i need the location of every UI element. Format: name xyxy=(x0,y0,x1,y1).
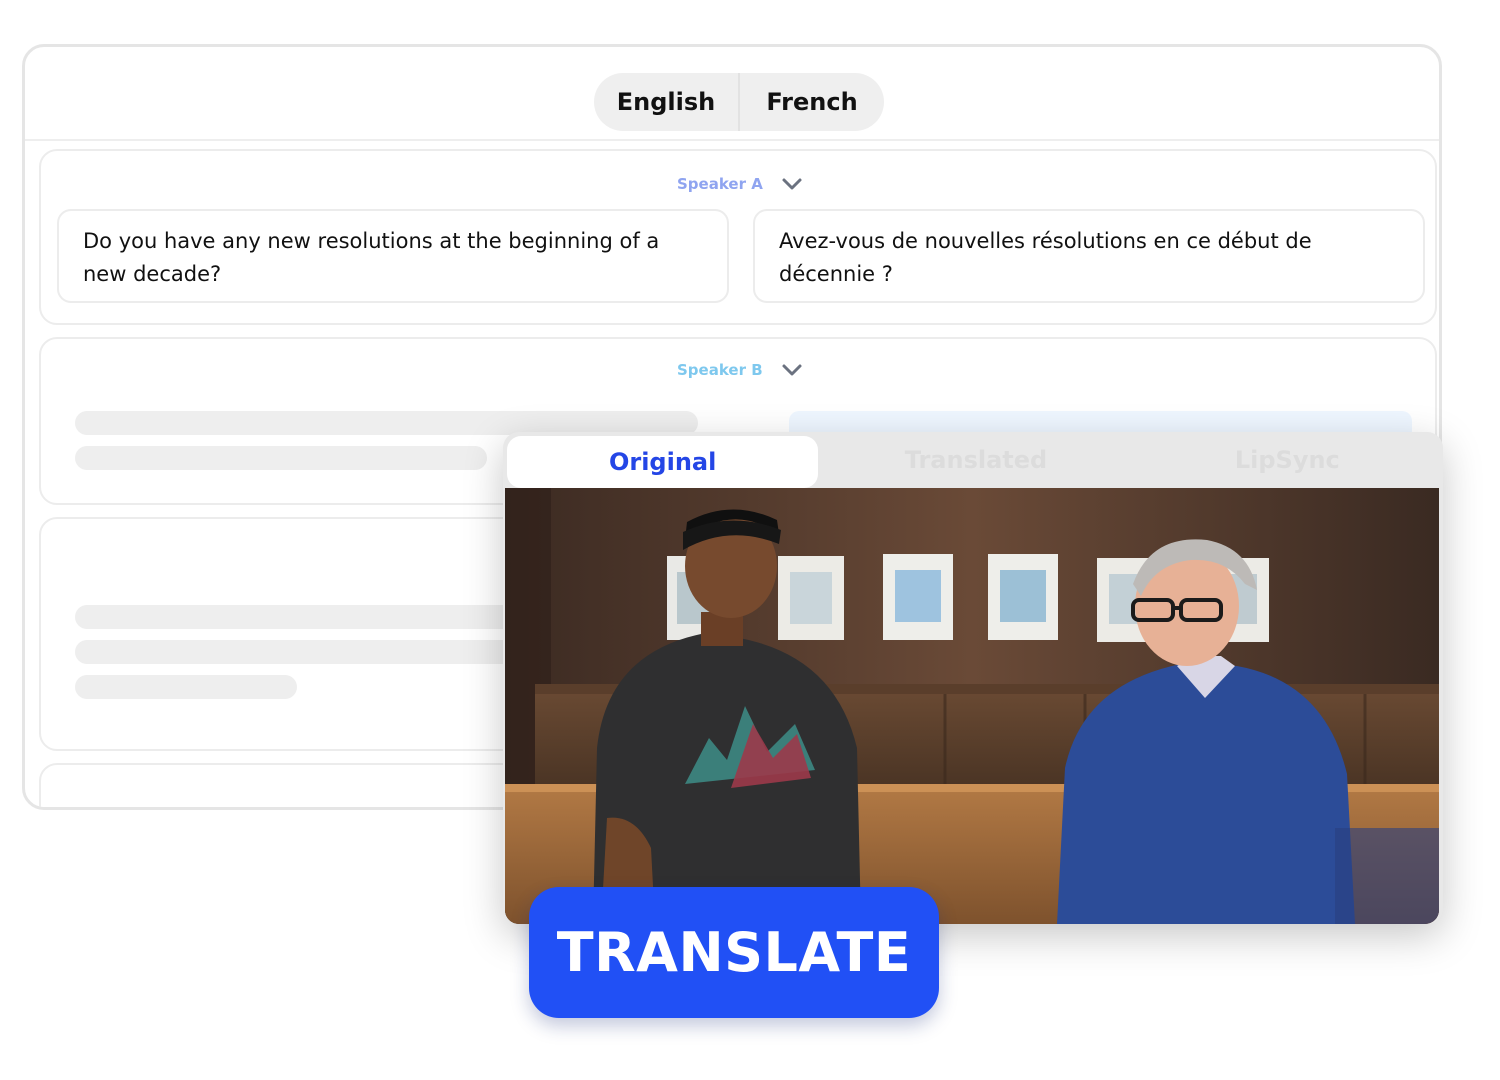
video-frame[interactable] xyxy=(505,488,1439,924)
translate-button[interactable]: TRANSLATE xyxy=(529,887,939,1018)
loading-placeholder xyxy=(75,675,297,699)
player-tabs: Original Translated LipSync xyxy=(503,432,1443,488)
language-toggle: English French xyxy=(594,73,884,131)
language-option-english[interactable]: English xyxy=(594,73,740,131)
chevron-down-icon xyxy=(782,178,802,190)
language-bar: English French xyxy=(25,47,1439,141)
wall-picture xyxy=(988,554,1058,640)
transcript-segment: Speaker A Do you have any new resolution… xyxy=(39,149,1437,325)
translated-text-field[interactable]: Avez-vous de nouvelles résolutions en ce… xyxy=(753,209,1425,303)
speaker-selector[interactable]: Speaker A xyxy=(677,175,803,193)
tab-original[interactable]: Original xyxy=(507,436,819,488)
speaker-label: Speaker B xyxy=(677,361,763,379)
tab-lipsync[interactable]: LipSync xyxy=(1132,432,1443,488)
wall-picture xyxy=(778,556,844,640)
tab-translated[interactable]: Translated xyxy=(820,432,1131,488)
language-option-french[interactable]: French xyxy=(740,73,884,131)
video-player: Original Translated LipSync xyxy=(503,432,1443,924)
loading-placeholder xyxy=(75,446,487,470)
source-text-field[interactable]: Do you have any new resolutions at the b… xyxy=(57,209,729,303)
speaker-selector[interactable]: Speaker B xyxy=(677,361,803,379)
speaker-label: Speaker A xyxy=(677,175,763,193)
chevron-down-icon xyxy=(782,364,802,376)
wall-picture xyxy=(883,554,953,640)
